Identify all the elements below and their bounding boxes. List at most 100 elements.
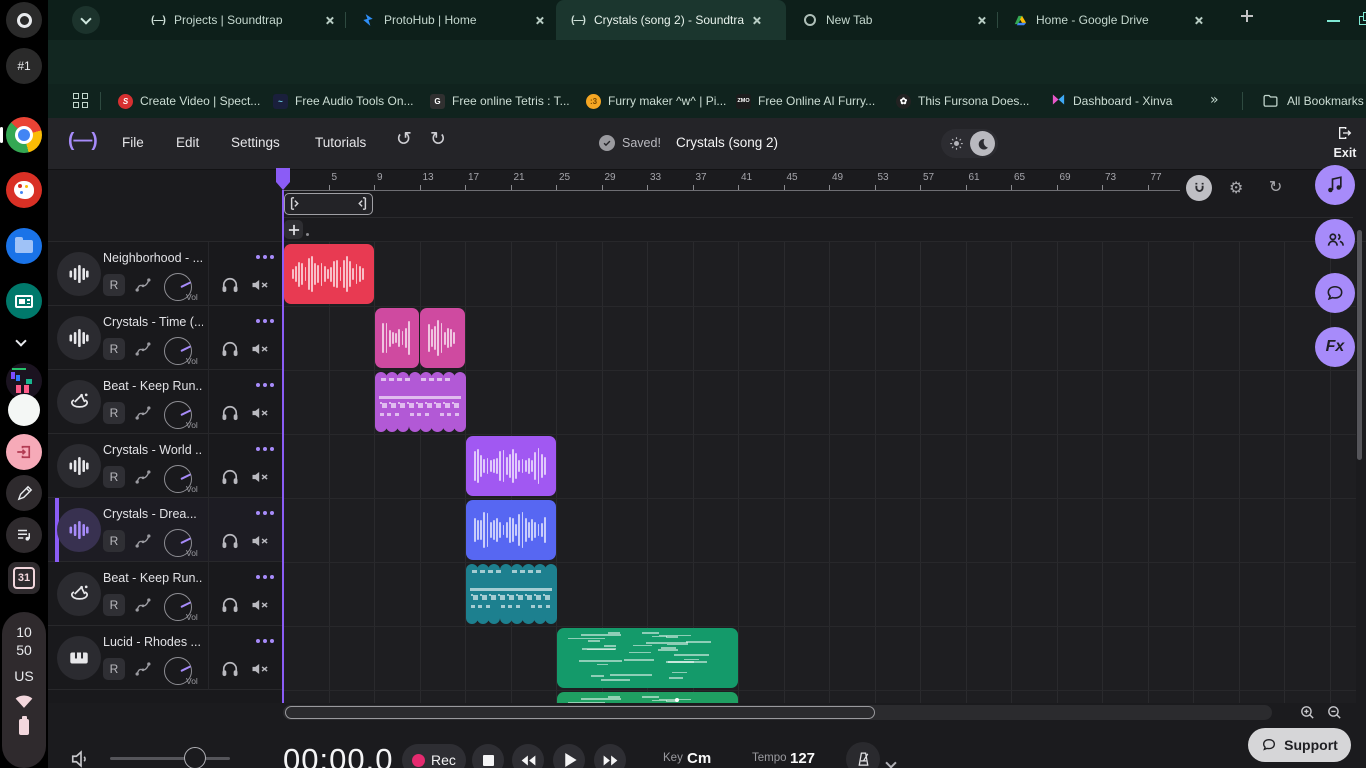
timeline-grid[interactable] [283,242,1356,703]
clip-wave-track1[interactable] [375,308,420,368]
record-arm-button[interactable]: R [103,658,125,680]
instruments-panel-button[interactable] [1315,165,1355,205]
clip-drum-track2[interactable] [375,372,465,432]
mute-button[interactable] [250,403,270,428]
zoom-out-button[interactable] [1326,704,1343,721]
mute-button[interactable] [250,595,270,620]
record-arm-button[interactable]: R [103,402,125,424]
theme-toggle[interactable] [941,129,998,158]
automation-icon[interactable] [133,339,153,364]
news-card-app-icon[interactable] [6,283,42,319]
mute-button[interactable] [250,531,270,556]
solo-headphones-button[interactable] [220,659,240,684]
rewind-button[interactable] [512,744,544,768]
record-arm-button[interactable]: R [103,594,125,616]
track-menu-kebab[interactable] [256,254,274,260]
avatar-circle[interactable] [8,394,40,426]
mute-button[interactable] [250,339,270,364]
files-app-icon[interactable] [6,228,42,264]
mute-button[interactable] [250,659,270,684]
status-tray[interactable]: 10 50 US [2,612,46,768]
chat-panel-button[interactable] [1315,273,1355,313]
clip-wave-track4[interactable] [466,500,556,560]
automation-icon[interactable] [133,467,153,492]
key-value[interactable]: Cm [687,750,711,767]
automation-icon[interactable] [133,403,153,428]
bookmark-item-2[interactable]: G Free online Tetris : T... [430,90,570,112]
solo-headphones-button[interactable] [220,339,240,364]
record-arm-button[interactable]: R [103,274,125,296]
tab-close-icon[interactable] [1194,16,1203,25]
loop-toggle[interactable]: ↺ [1269,177,1282,196]
workspace-button[interactable]: #1 [6,48,42,84]
project-title[interactable]: Crystals (song 2) [676,135,778,150]
calendar-app-icon[interactable]: 31 [8,562,40,594]
solo-headphones-button[interactable] [220,275,240,300]
volume-slider-track[interactable] [110,757,230,760]
track-row-2[interactable]: Beat - Keep Run... R Vol [48,370,283,434]
zoom-in-button[interactable] [1299,704,1316,721]
bookmark-item-0[interactable]: S Create Video | Spect... [118,90,260,112]
clip-drum-track5[interactable] [466,564,556,624]
tab-close-icon[interactable] [977,16,986,25]
volume-slider-thumb[interactable] [184,747,206,768]
clip-wave-track1[interactable] [420,308,465,368]
track-type-audio-icon[interactable] [57,444,101,488]
all-bookmarks-button[interactable]: All Bookmarks [1262,92,1364,109]
menu-settings[interactable]: Settings [231,135,280,150]
apps-grid-icon[interactable] [73,93,89,109]
track-name[interactable]: Crystals - Drea... [103,507,203,521]
bookmark-item-1[interactable]: ~ Free Audio Tools On... [273,90,414,112]
bookmark-item-3[interactable]: :3 Furry maker ^w^ | Pi... [586,90,726,112]
track-row-4[interactable]: Crystals - Drea... R Vol [48,498,283,562]
collaboration-panel-button[interactable] [1315,219,1355,259]
browser-tab-3[interactable]: New Tab [788,0,996,40]
track-name[interactable]: Lucid - Rhodes ... [103,635,203,649]
add-track-button[interactable] [284,220,303,239]
clip-piano-track6[interactable] [557,628,738,688]
track-row-5[interactable]: Beat - Keep Run... R Vol [48,562,283,626]
exit-button[interactable]: Exit [1320,125,1366,160]
track-name[interactable]: Crystals - World ... [103,443,203,457]
bookmarks-overflow-chevron[interactable]: » [1210,92,1219,108]
stop-button[interactable] [472,744,504,768]
soundtrap-logo[interactable]: (—) [68,130,97,152]
tab-search-button[interactable] [72,6,100,34]
login-app-icon[interactable] [6,434,42,470]
snap-magnet-button[interactable] [1186,175,1212,201]
support-button[interactable]: Support [1248,728,1351,762]
menu-tutorials[interactable]: Tutorials [315,135,366,150]
automation-icon[interactable] [133,531,153,556]
track-type-drums-icon[interactable] [57,380,101,424]
mute-button[interactable] [250,467,270,492]
tab-close-icon[interactable] [325,16,334,25]
bookmark-item-5[interactable]: ✿ This Fursona Does... [896,90,1029,112]
track-menu-kebab[interactable] [256,638,274,644]
automation-icon[interactable] [133,595,153,620]
playhead-marker[interactable] [276,168,290,190]
track-menu-kebab[interactable] [256,318,274,324]
track-type-audio-icon[interactable] [57,316,101,360]
clip-wave-track0[interactable] [284,244,374,304]
restore-button[interactable] [1358,12,1366,28]
tab-close-icon[interactable] [535,16,544,25]
track-type-audio-icon[interactable] [57,508,101,552]
loop-start-bracket-icon[interactable] [290,197,303,210]
menu-edit[interactable]: Edit [176,135,199,150]
vertical-scrollbar[interactable] [1357,230,1362,460]
effects-panel-button[interactable]: Fx [1315,327,1355,367]
playlist-app-icon[interactable] [6,517,42,553]
tab-close-icon[interactable] [752,16,761,25]
track-menu-kebab[interactable] [256,446,274,452]
track-menu-kebab[interactable] [256,510,274,516]
track-row-6[interactable]: Lucid - Rhodes ... R Vol [48,626,283,690]
record-button[interactable]: Rec [402,744,466,768]
track-menu-kebab[interactable] [256,382,274,388]
track-menu-kebab[interactable] [256,574,274,580]
bookmark-item-6[interactable]: Dashboard - Xinva [1051,90,1172,112]
timeline-settings-gear[interactable]: ⚙ [1229,178,1243,197]
master-volume-icon[interactable] [70,748,92,768]
solo-headphones-button[interactable] [220,531,240,556]
record-arm-button[interactable]: R [103,530,125,552]
record-arm-button[interactable]: R [103,466,125,488]
